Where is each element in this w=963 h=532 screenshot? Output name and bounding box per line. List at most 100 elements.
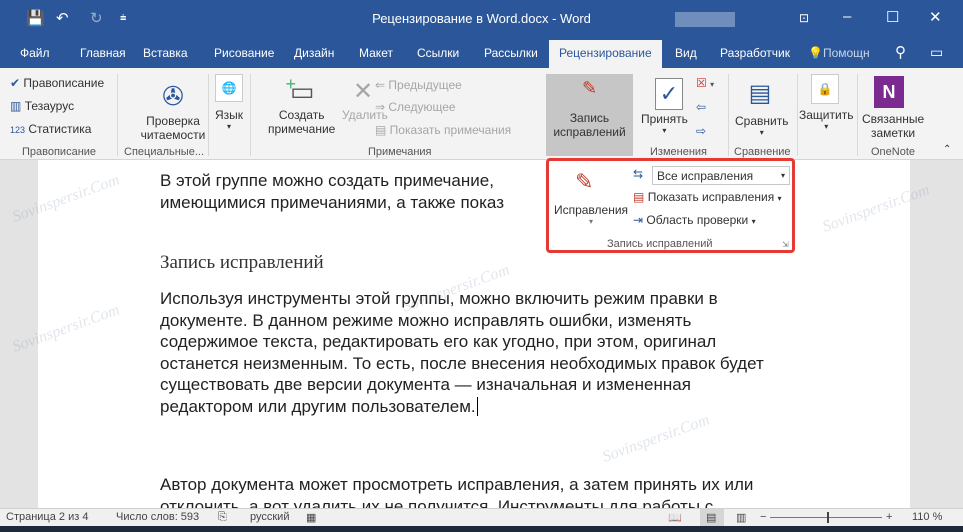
- label: Показать исправления: [647, 190, 775, 204]
- tab-references[interactable]: Ссылки: [417, 46, 459, 60]
- label: Запись: [569, 111, 610, 125]
- group-label-proofing: Правописание: [22, 146, 97, 158]
- group-label-changes: Изменения: [650, 146, 707, 158]
- language-icon: 🌐: [215, 74, 243, 102]
- reject-button[interactable]: ☒ ▾: [696, 76, 714, 90]
- close-icon[interactable]: ✕: [929, 8, 942, 26]
- zoom-slider[interactable]: [770, 517, 882, 518]
- tab-view[interactable]: Вид: [675, 46, 697, 60]
- page-number[interactable]: Страница 2 из 4: [6, 511, 88, 523]
- reviewing-pane-icon: ⇥: [633, 213, 644, 227]
- label: Связанные: [862, 112, 925, 126]
- label: Создать: [278, 108, 325, 122]
- collapse-ribbon-icon[interactable]: ⌃: [943, 144, 951, 155]
- tell-me[interactable]: 💡Помощн: [808, 46, 870, 60]
- label: Предыдущее: [388, 78, 462, 92]
- web-layout-icon[interactable]: ▥: [736, 511, 746, 524]
- comments-icon[interactable]: ▭: [930, 44, 943, 61]
- word-count[interactable]: Число слов: 593: [116, 511, 199, 523]
- tell-me-label: Помощн: [822, 46, 870, 60]
- label: читаемости: [140, 128, 206, 142]
- spelling-label: Правописание: [23, 76, 105, 90]
- show-markup-button[interactable]: ▤ Показать исправления ▾: [633, 190, 782, 204]
- line: документе. В данном режиме можно исправл…: [160, 310, 692, 330]
- linked-notes-button[interactable]: Связанные заметки: [862, 112, 924, 140]
- group-label-accessibility: Специальные...: [124, 146, 204, 158]
- line: Автор документа может просмотреть исправ…: [160, 475, 754, 494]
- line: существовать две версии документа — изна…: [160, 375, 691, 394]
- label: заметки: [870, 126, 916, 140]
- zoom-out-button[interactable]: −: [760, 511, 766, 523]
- label: Проверка: [146, 114, 200, 128]
- protect-button[interactable]: Защитить ▾: [799, 108, 853, 131]
- zoom-slider-thumb[interactable]: [827, 512, 830, 523]
- track-changes-toggle[interactable]: Исправления ▾: [551, 203, 631, 226]
- word-count-label: Статистика: [28, 122, 92, 136]
- line: редактором или другим пользователем.: [160, 396, 476, 416]
- label: Язык: [215, 108, 244, 122]
- accept-icon: ✓: [655, 78, 683, 110]
- tab-file[interactable]: Файл: [20, 46, 50, 60]
- tab-mailings[interactable]: Рассылки: [484, 46, 538, 60]
- label: Область проверки: [646, 213, 749, 227]
- thesaurus-button[interactable]: ▥ Тезаурус: [10, 99, 74, 113]
- line: останется неизменным. То есть, после вне…: [160, 353, 764, 373]
- label: Защитить: [799, 108, 854, 122]
- read-mode-icon[interactable]: 📖: [668, 511, 682, 524]
- thesaurus-icon: ▥: [10, 99, 22, 113]
- track-changes-icon: ✎: [575, 169, 594, 194]
- zoom-in-button[interactable]: +: [886, 511, 892, 523]
- language-button[interactable]: Язык ▾: [215, 108, 243, 131]
- title-bar: 💾 ↶ ↻ ⩧ Рецензирование в Word.docx - Wor…: [0, 0, 963, 36]
- word-count-button[interactable]: 123 Статистика: [10, 122, 91, 136]
- tab-insert[interactable]: Вставка: [143, 46, 188, 60]
- selected-value: Все исправления: [657, 169, 754, 183]
- line: Используя инструменты этой группы, можно…: [160, 289, 718, 308]
- accessibility-icon: ✇: [162, 80, 184, 111]
- language-status[interactable]: русский: [250, 511, 289, 523]
- ribbon-display-icon[interactable]: ⊡: [799, 11, 809, 25]
- protect-icon: 🔒: [811, 74, 839, 104]
- spelling-button[interactable]: ✔ Правописание: [10, 76, 104, 90]
- group-label-tracking: Запись исправлений: [607, 238, 713, 250]
- track-changes-button[interactable]: ✎ Запись исправлений: [546, 74, 633, 156]
- check-accessibility-button[interactable]: Проверка читаемости: [128, 114, 218, 142]
- tab-home[interactable]: Главная: [80, 46, 126, 60]
- new-comment-button[interactable]: Создать примечание: [268, 108, 335, 136]
- tab-design[interactable]: Дизайн: [294, 46, 334, 60]
- lightbulb-icon: 💡: [808, 46, 823, 60]
- line: содержимое текста, редактировать его как…: [160, 332, 717, 351]
- minimize-icon[interactable]: –: [843, 8, 851, 25]
- tab-layout[interactable]: Макет: [359, 46, 393, 60]
- next-change-button[interactable]: ⇨: [696, 124, 706, 138]
- proofing-icon[interactable]: ⎘: [218, 511, 227, 524]
- previous-comment-button[interactable]: ⇐ Предыдущее: [375, 78, 462, 92]
- share-icon[interactable]: ⚲: [895, 43, 906, 61]
- markup-display-select[interactable]: Все исправления ▾: [652, 166, 790, 185]
- thesaurus-label: Тезаурус: [24, 99, 75, 113]
- zoom-level[interactable]: 110 %: [912, 511, 942, 523]
- accept-button[interactable]: Принять ▾: [641, 112, 688, 135]
- show-markup-icon: ▤: [633, 190, 645, 204]
- reviewing-pane-button[interactable]: ⇥ Область проверки ▾: [633, 213, 756, 227]
- next-comment-button[interactable]: ⇒ Следующее: [375, 100, 456, 114]
- heading-track-changes: Запись исправлений: [160, 252, 324, 273]
- tab-review[interactable]: Рецензирование: [549, 40, 662, 68]
- paragraph-track-changes: Используя инструменты этой группы, можно…: [160, 288, 840, 417]
- print-layout-icon[interactable]: ▤: [700, 509, 724, 526]
- dialog-launcher-icon[interactable]: ⇲: [782, 240, 789, 249]
- tab-developer[interactable]: Разработчик: [720, 46, 790, 60]
- spellcheck-icon: ✔: [10, 76, 21, 90]
- compare-button[interactable]: Сравнить ▾: [735, 114, 788, 137]
- track-changes-icon: ✎: [581, 78, 598, 98]
- onenote-icon: N: [874, 76, 904, 108]
- previous-change-button[interactable]: ⇦: [696, 100, 706, 114]
- ribbon-tabs: Файл Главная Вставка Рисование Дизайн Ма…: [0, 36, 963, 68]
- maximize-icon[interactable]: ☐: [886, 8, 899, 26]
- macro-icon[interactable]: ▦: [306, 511, 316, 524]
- word-count-icon: 123: [10, 125, 26, 135]
- account-name-blurred: [675, 12, 735, 27]
- group-label-compare: Сравнение: [734, 146, 791, 158]
- tab-draw[interactable]: Рисование: [214, 46, 274, 60]
- show-comments-button[interactable]: ▤ Показать примечания: [375, 123, 511, 137]
